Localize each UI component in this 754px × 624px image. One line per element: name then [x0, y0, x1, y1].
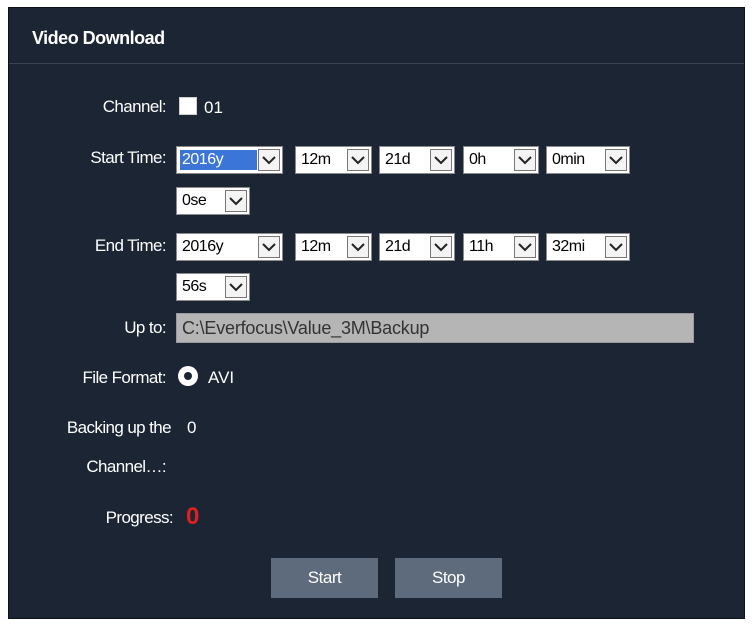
start-month-value: 12m [301, 151, 331, 168]
panel-header: Video Download [9, 8, 744, 64]
chevron-down-icon [430, 149, 452, 171]
chevron-down-icon [514, 236, 536, 258]
start-second-select[interactable]: 0se [176, 187, 250, 215]
end-month-select[interactable]: 12m [295, 233, 372, 261]
end-second-select[interactable]: 56s [176, 273, 250, 301]
end-year-value: 2016y [182, 238, 224, 255]
chevron-down-icon [347, 236, 369, 258]
progress-value: 0 [186, 503, 200, 530]
radio-dot [184, 372, 192, 380]
progress-label: Progress: [105, 508, 174, 527]
up-to-label: Up to: [124, 318, 166, 337]
chevron-down-icon [605, 236, 627, 258]
start-day-value: 21d [385, 151, 411, 168]
end-day-select[interactable]: 21d [379, 233, 455, 261]
backing-up-label: Backing up the [66, 418, 172, 437]
panel-title: Video Download [32, 28, 165, 48]
chevron-down-icon [225, 190, 247, 212]
end-time-label: End Time: [94, 236, 167, 255]
start-minute-value: 0min [552, 151, 585, 168]
channel-label: Channel: [102, 97, 167, 116]
end-month-value: 12m [301, 238, 331, 255]
avi-label: AVI [208, 368, 235, 387]
start-button[interactable]: Start [271, 558, 378, 598]
end-minute-select[interactable]: 32mi [546, 233, 630, 261]
chevron-down-icon [258, 236, 280, 258]
start-second-value: 0se [182, 192, 207, 209]
start-hour-value: 0h [469, 151, 486, 168]
end-second-value: 56s [182, 278, 207, 295]
start-time-label: Start Time: [90, 148, 166, 167]
start-year-value: 2016y [180, 150, 257, 170]
backing-up-label-channel: Channel…: [86, 457, 166, 476]
chevron-down-icon [347, 149, 369, 171]
channel-value: 01 [204, 98, 223, 117]
end-hour-value: 11h [469, 238, 494, 255]
end-minute-value: 32mi [552, 238, 585, 255]
avi-radio[interactable] [178, 366, 198, 386]
backup-path-field[interactable]: C:\Everfocus\Value_3M\Backup [176, 313, 694, 343]
chevron-down-icon [514, 149, 536, 171]
file-format-label: File Format: [82, 368, 167, 387]
end-hour-select[interactable]: 11h [463, 233, 539, 261]
start-month-select[interactable]: 12m [295, 146, 372, 174]
end-year-select[interactable]: 2016y [176, 233, 283, 261]
chevron-down-icon [605, 149, 627, 171]
channel-checkbox[interactable] [179, 97, 197, 115]
end-day-value: 21d [385, 238, 411, 255]
start-year-select[interactable]: 2016y [176, 146, 283, 174]
backing-up-value: 0 [187, 418, 197, 437]
start-day-select[interactable]: 21d [379, 146, 455, 174]
start-hour-select[interactable]: 0h [463, 146, 539, 174]
chevron-down-icon [430, 236, 452, 258]
chevron-down-icon [225, 276, 247, 298]
stop-button[interactable]: Stop [395, 558, 502, 598]
start-minute-select[interactable]: 0min [546, 146, 630, 174]
chevron-down-icon [258, 149, 280, 171]
